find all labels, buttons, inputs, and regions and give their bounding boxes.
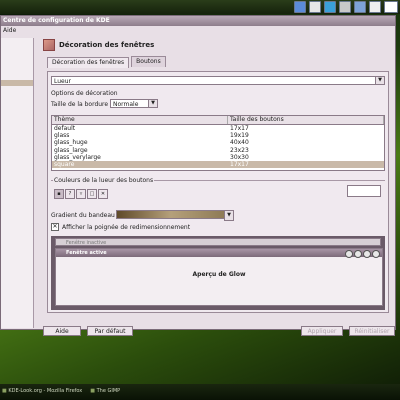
preview-title-buttons [345,250,380,258]
glow-colors-label: Couleurs de la lueur des boutons [53,177,155,184]
preview-active-window: Fenêtre active Aperçu de Glow [55,248,383,306]
reset-button[interactable]: Réinitialiser [349,326,395,336]
dialog-footer: Aide Par défaut Appliquer Réinitialiser [41,326,396,340]
cell-theme: square [54,160,75,168]
table-header: Thème Taille des boutons [52,116,384,125]
glow-colors-group: Couleurs de la lueur des boutons ▪ ? ▿ □… [51,177,385,206]
close-icon[interactable]: ✕ [98,189,108,199]
cell-theme: glass_huge [54,139,88,147]
desktop-panel [0,0,400,14]
maximize-icon[interactable]: □ [87,189,97,199]
tray-app-icon[interactable] [354,1,366,13]
tab-buttons[interactable]: Boutons [131,56,166,67]
border-size-value: Normale [113,101,139,108]
tray-app-icon[interactable] [384,1,398,13]
table-row[interactable]: glass_verylarge 30x30 [52,154,384,161]
window-decoration-icon [43,39,55,51]
tree-item[interactable] [1,40,33,46]
column-header-theme[interactable]: Thème [52,116,228,124]
module-panel: Décoration des fenêtres Décoration des f… [39,38,395,336]
cell-size: 40x40 [230,139,249,147]
chevron-down-icon[interactable]: ▼ [148,100,157,107]
tab-bar: Décoration des fenêtres Boutons [47,56,394,68]
cell-theme: glass_large [54,146,88,154]
glow-color-swatch[interactable] [347,185,381,197]
tray-app-icon[interactable] [339,1,351,13]
minimize-icon[interactable]: ▿ [76,189,86,199]
cell-size: 23x23 [230,146,249,154]
glow-button-selector: ▪ ? ▿ □ ✕ [54,189,108,199]
cell-theme: glass_verylarge [54,153,101,161]
maximize-icon [363,250,371,258]
column-header-button-size[interactable]: Taille des boutons [228,116,384,124]
table-row[interactable]: glass 19x19 [52,132,384,139]
decoration-select[interactable]: Lueur ▼ [51,76,385,85]
resize-handle-option[interactable]: ✕ Afficher la poignée de redimensionneme… [51,223,190,231]
preview-active-titlebar: Fenêtre active [56,249,382,258]
system-tray [294,1,398,13]
tray-app-icon[interactable] [324,1,336,13]
preview-active-title: Fenêtre active [66,250,107,256]
chevron-down-icon[interactable]: ▼ [375,77,384,84]
resize-handle-label: Afficher la poignée de redimensionnement [62,223,191,231]
chevron-down-icon[interactable]: ▼ [224,210,234,221]
preview-text: Aperçu de Glow [192,271,246,278]
tree-item-selected[interactable] [1,80,33,86]
themes-table[interactable]: Thème Taille des boutons default 17x17 g… [51,115,385,171]
options-group-label: Options de décoration [51,90,118,97]
window-titlebar[interactable]: Centre de configuration de KDE [1,16,395,26]
taskbar: KDE-Look.org - Mozilla Firefox The GIMP [0,384,400,400]
close-icon [372,250,380,258]
gradient-select[interactable]: ▼ [116,210,234,221]
kde-control-center-window: Centre de configuration de KDE Aide Déco… [0,15,396,336]
table-row-selected[interactable]: square 17x17 [52,160,384,169]
cell-size: 17x17 [230,160,249,168]
sticky-icon[interactable]: ▪ [54,189,64,199]
module-header: Décoration des fenêtres [39,38,394,52]
table-row[interactable]: default 17x17 [52,125,384,132]
tab-window-decoration[interactable]: Décoration des fenêtres [47,57,130,68]
module-tree[interactable] [1,38,34,328]
taskbar-items: KDE-Look.org - Mozilla Firefox The GIMP [2,388,120,394]
apply-button[interactable]: Appliquer [301,326,343,336]
taskbar-item-firefox[interactable]: KDE-Look.org - Mozilla Firefox [2,388,82,394]
preview-inactive-title: Fenêtre inactive [66,240,107,246]
cell-size: 30x30 [230,153,249,161]
defaults-button[interactable]: Par défaut [87,326,133,336]
preview-inactive-window: Fenêtre inactive [55,238,381,246]
cell-size: 17x17 [230,125,249,132]
help-icon[interactable]: ? [65,189,75,199]
menu-help[interactable]: Aide [3,27,16,34]
border-size-select[interactable]: Normale ▼ [110,99,158,108]
taskbar-item-gimp[interactable]: The GIMP [90,388,121,394]
table-row[interactable]: glass_huge 40x40 [52,139,384,146]
window-title: Centre de configuration de KDE [3,17,110,24]
table-row[interactable]: glass_large 23x23 [52,147,384,154]
tray-app-icon[interactable] [309,1,321,13]
decoration-preview: Fenêtre inactive Fenêtre active Aperçu d… [51,236,385,310]
cell-theme: glass [54,132,70,140]
resize-handle-checkbox[interactable]: ✕ [51,223,59,231]
cell-theme: default [54,125,76,132]
minimize-icon [354,250,362,258]
help-button[interactable]: Aide [43,326,81,336]
help-icon [345,250,353,258]
tray-app-icon[interactable] [294,1,306,13]
tray-app-icon[interactable] [369,1,381,13]
decoration-select-value: Lueur [54,78,72,85]
cell-size: 19x19 [230,132,249,140]
tab-content: Lueur ▼ Options de décoration Taille de … [47,71,389,313]
menubar: Aide [1,26,395,36]
gradient-label: Gradient du bandeau : [51,212,119,219]
border-size-label: Taille de la bordure : [51,101,113,108]
module-title: Décoration des fenêtres [59,41,155,49]
